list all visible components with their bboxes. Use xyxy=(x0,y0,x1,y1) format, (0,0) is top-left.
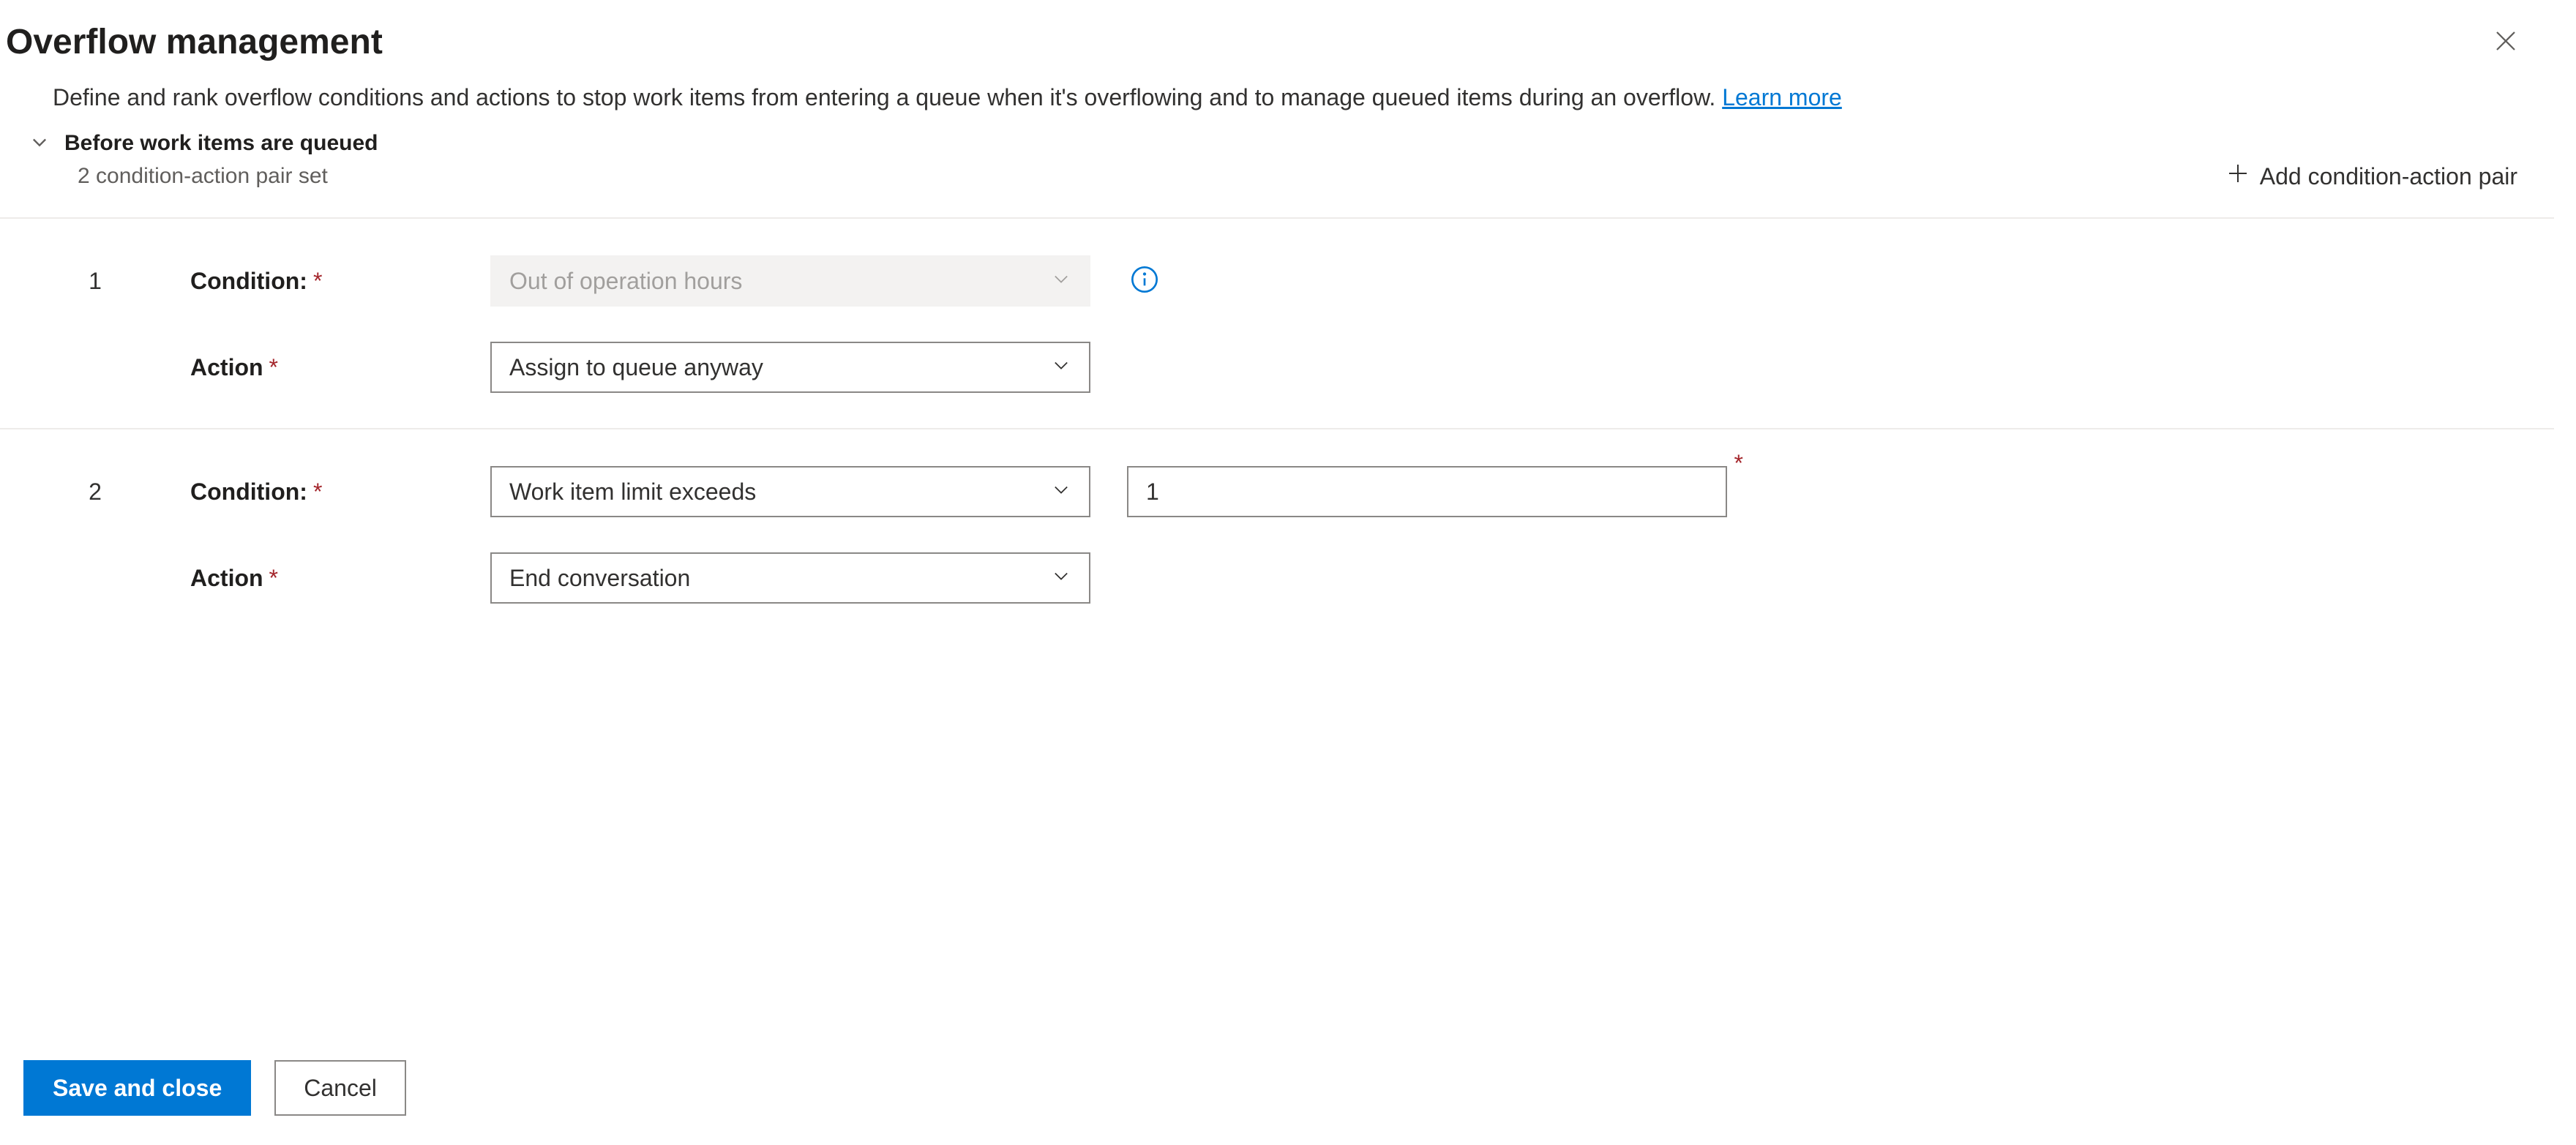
action-dropdown-value: Assign to queue anyway xyxy=(509,354,763,381)
action-label: Action* xyxy=(190,354,490,381)
chevron-down-icon xyxy=(1051,354,1071,381)
condition-label: Condition:* xyxy=(190,478,490,506)
learn-more-link[interactable]: Learn more xyxy=(1722,84,1842,110)
section-collapse-toggle[interactable] xyxy=(29,132,50,156)
required-marker: * xyxy=(1734,450,1743,477)
info-icon xyxy=(1130,265,1159,298)
action-dropdown[interactable]: End conversation xyxy=(490,552,1090,604)
chevron-down-icon xyxy=(1051,478,1071,506)
section-subtitle: 2 condition-action pair set xyxy=(78,164,328,189)
condition-info-button[interactable] xyxy=(1130,265,1159,298)
description-text: Define and rank overflow conditions and … xyxy=(53,84,1722,110)
action-label: Action* xyxy=(190,565,490,592)
pair-index: 1 xyxy=(0,268,190,295)
condition-dropdown[interactable]: Work item limit exceeds xyxy=(490,466,1090,517)
footer-actions: Save and close Cancel xyxy=(23,1060,406,1116)
work-item-limit-input[interactable] xyxy=(1127,466,1727,517)
add-pair-label: Add condition-action pair xyxy=(2260,163,2517,190)
chevron-down-icon xyxy=(1051,268,1071,295)
condition-action-pair: 1 Condition:* Out of operation hours Act… xyxy=(0,217,2554,428)
condition-dropdown-value: Work item limit exceeds xyxy=(509,478,756,506)
condition-label: Condition:* xyxy=(190,268,490,295)
page-title: Overflow management xyxy=(6,22,383,62)
plus-icon xyxy=(2226,162,2250,191)
chevron-down-icon xyxy=(29,132,50,156)
required-marker: * xyxy=(313,478,322,505)
save-and-close-button[interactable]: Save and close xyxy=(23,1060,251,1116)
action-dropdown-value: End conversation xyxy=(509,565,690,592)
cancel-button[interactable]: Cancel xyxy=(274,1060,406,1116)
pair-index: 2 xyxy=(0,478,190,506)
page-description: Define and rank overflow conditions and … xyxy=(0,80,2554,115)
required-marker: * xyxy=(269,565,278,591)
action-dropdown[interactable]: Assign to queue anyway xyxy=(490,342,1090,393)
condition-dropdown: Out of operation hours xyxy=(490,255,1090,307)
close-button[interactable] xyxy=(2487,22,2525,62)
required-marker: * xyxy=(269,354,278,380)
section-title: Before work items are queued xyxy=(64,131,378,156)
add-condition-action-pair-button[interactable]: Add condition-action pair xyxy=(2226,157,2517,195)
required-marker: * xyxy=(313,268,322,294)
close-icon xyxy=(2493,45,2519,56)
condition-action-pair: 2 Condition:* Work item limit exceeds * … xyxy=(0,428,2554,639)
condition-dropdown-value: Out of operation hours xyxy=(509,268,742,295)
chevron-down-icon xyxy=(1051,565,1071,592)
